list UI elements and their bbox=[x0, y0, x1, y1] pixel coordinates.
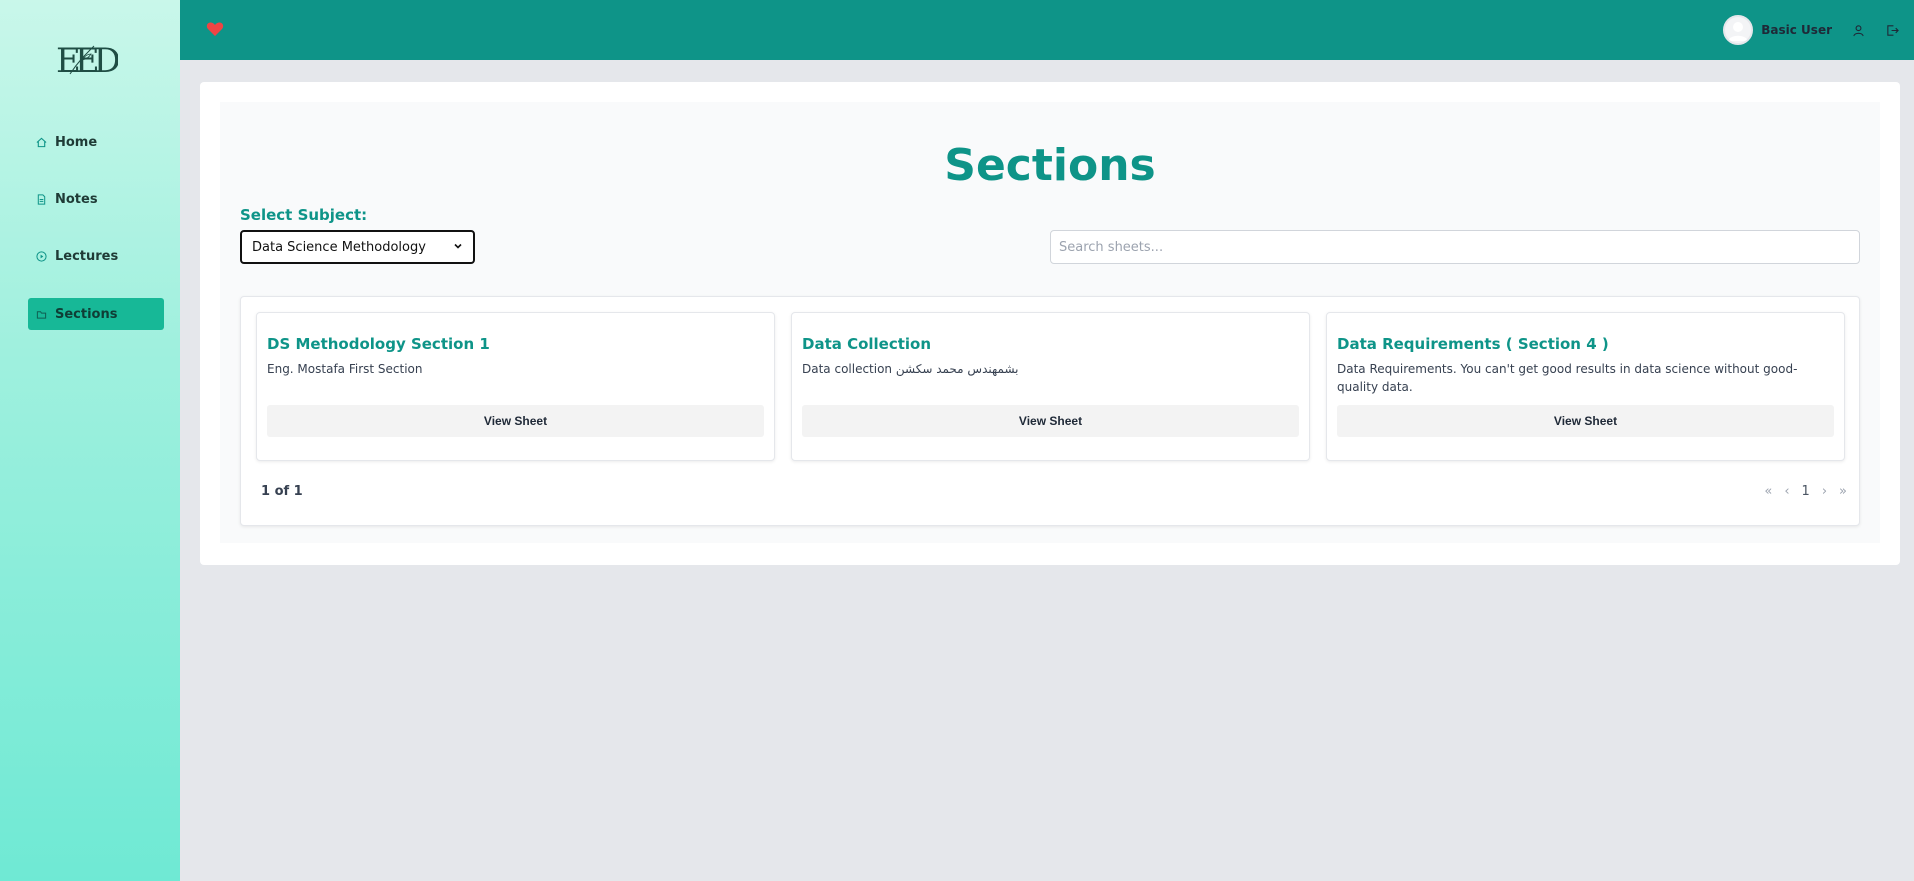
card-title: DS Methodology Section 1 bbox=[267, 335, 490, 353]
sidebar: EED Home Notes Lectures Sections bbox=[0, 0, 180, 881]
subject-label: Select Subject: bbox=[240, 206, 368, 224]
sidebar-item-home[interactable]: Home bbox=[28, 126, 164, 158]
view-sheet-button[interactable]: View Sheet bbox=[267, 405, 764, 437]
sidebar-item-sections[interactable]: Sections bbox=[28, 298, 164, 330]
main-panel: Sections Select Subject: Data Science Me… bbox=[200, 82, 1900, 565]
section-card: DS Methodology Section 1 Eng. Mostafa Fi… bbox=[256, 312, 775, 461]
user-icon[interactable] bbox=[1850, 22, 1866, 38]
document-icon bbox=[36, 193, 47, 205]
sidebar-item-label: Lectures bbox=[55, 248, 119, 264]
heart-icon[interactable] bbox=[206, 21, 224, 37]
first-page-button[interactable]: « bbox=[1764, 484, 1772, 499]
section-card: Data Collection Data collection بشمهندس … bbox=[791, 312, 1310, 461]
logout-icon[interactable] bbox=[1884, 22, 1900, 38]
last-page-button[interactable]: » bbox=[1839, 484, 1847, 499]
pagination-info: 1 of 1 bbox=[261, 484, 303, 499]
subject-select-value: Data Science Methodology bbox=[252, 239, 426, 255]
card-description: Data Requirements. You can't get good re… bbox=[1337, 362, 1798, 394]
prev-page-button[interactable]: ‹ bbox=[1784, 484, 1789, 499]
current-page[interactable]: 1 bbox=[1802, 484, 1810, 499]
page-title: Sections bbox=[944, 140, 1156, 191]
folder-icon bbox=[36, 309, 47, 320]
home-icon bbox=[36, 137, 47, 148]
card-description: Data collection بشمهندس محمد سكشن bbox=[802, 362, 1019, 376]
sidebar-item-lectures[interactable]: Lectures bbox=[28, 240, 164, 272]
play-circle-icon bbox=[36, 250, 47, 262]
view-sheet-button[interactable]: View Sheet bbox=[802, 405, 1299, 437]
sidebar-item-label: Sections bbox=[55, 306, 118, 322]
pagination: « ‹ 1 › » bbox=[1752, 484, 1847, 499]
next-page-button[interactable]: › bbox=[1822, 484, 1827, 499]
sidebar-item-label: Notes bbox=[55, 191, 98, 207]
view-sheet-button[interactable]: View Sheet bbox=[1337, 405, 1834, 437]
svg-text:EED: EED bbox=[56, 41, 118, 81]
section-card: Data Requirements ( Section 4 ) Data Req… bbox=[1326, 312, 1845, 461]
card-title: Data Requirements ( Section 4 ) bbox=[1337, 335, 1609, 353]
card-title: Data Collection bbox=[802, 335, 932, 353]
search-input[interactable] bbox=[1050, 230, 1860, 264]
top-bar: Basic User bbox=[180, 0, 1914, 60]
user-name: Basic User bbox=[1761, 23, 1832, 37]
card-description: Eng. Mostafa First Section bbox=[267, 362, 423, 376]
logo[interactable]: EED bbox=[52, 34, 126, 82]
cards-grid: DS Methodology Section 1 Eng. Mostafa Fi… bbox=[240, 296, 1860, 526]
user-menu: Basic User bbox=[1723, 14, 1900, 46]
subject-select[interactable]: Data Science Methodology bbox=[240, 230, 475, 264]
sections-container: Sections Select Subject: Data Science Me… bbox=[220, 102, 1880, 543]
sidebar-item-label: Home bbox=[55, 134, 98, 150]
sidebar-item-notes[interactable]: Notes bbox=[28, 183, 164, 215]
avatar[interactable] bbox=[1723, 15, 1754, 45]
chevron-down-icon bbox=[453, 240, 463, 255]
